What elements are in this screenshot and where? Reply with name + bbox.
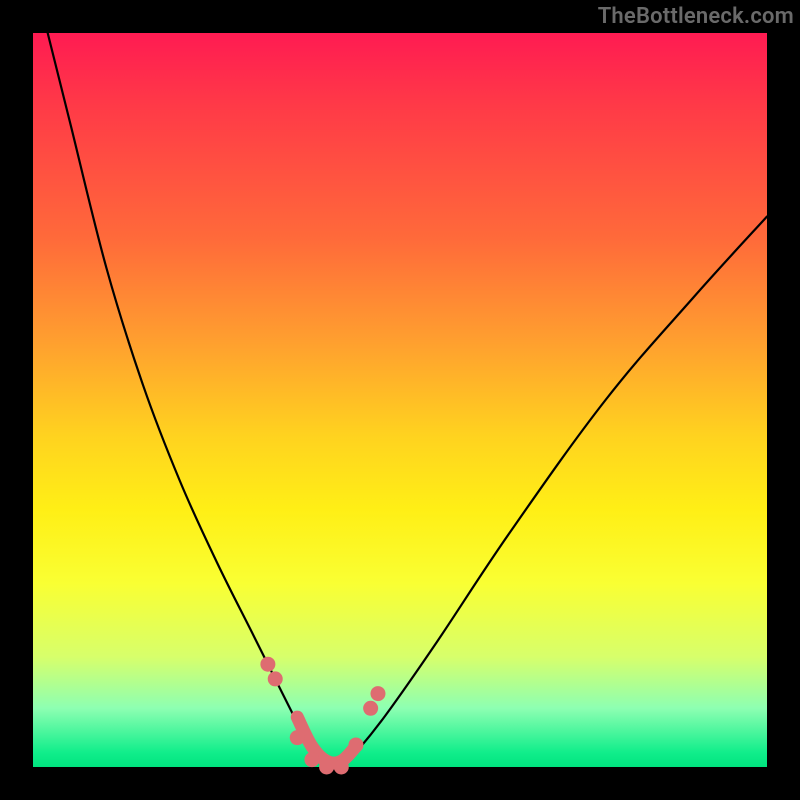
marker-dot	[370, 686, 385, 701]
watermark-text: TheBottleneck.com	[598, 4, 794, 29]
marker-dot	[260, 657, 275, 672]
marker-dot	[290, 730, 305, 745]
chart-frame: TheBottleneck.com	[0, 0, 800, 800]
marker-dot	[304, 752, 319, 767]
marker-dot	[334, 760, 349, 775]
marker-dot	[319, 760, 334, 775]
marker-dot	[268, 671, 283, 686]
marker-dot	[363, 701, 378, 716]
marker-dot	[348, 737, 363, 752]
plot-area	[33, 33, 767, 767]
bottleneck-curve	[48, 33, 767, 769]
curve-svg	[33, 33, 767, 767]
